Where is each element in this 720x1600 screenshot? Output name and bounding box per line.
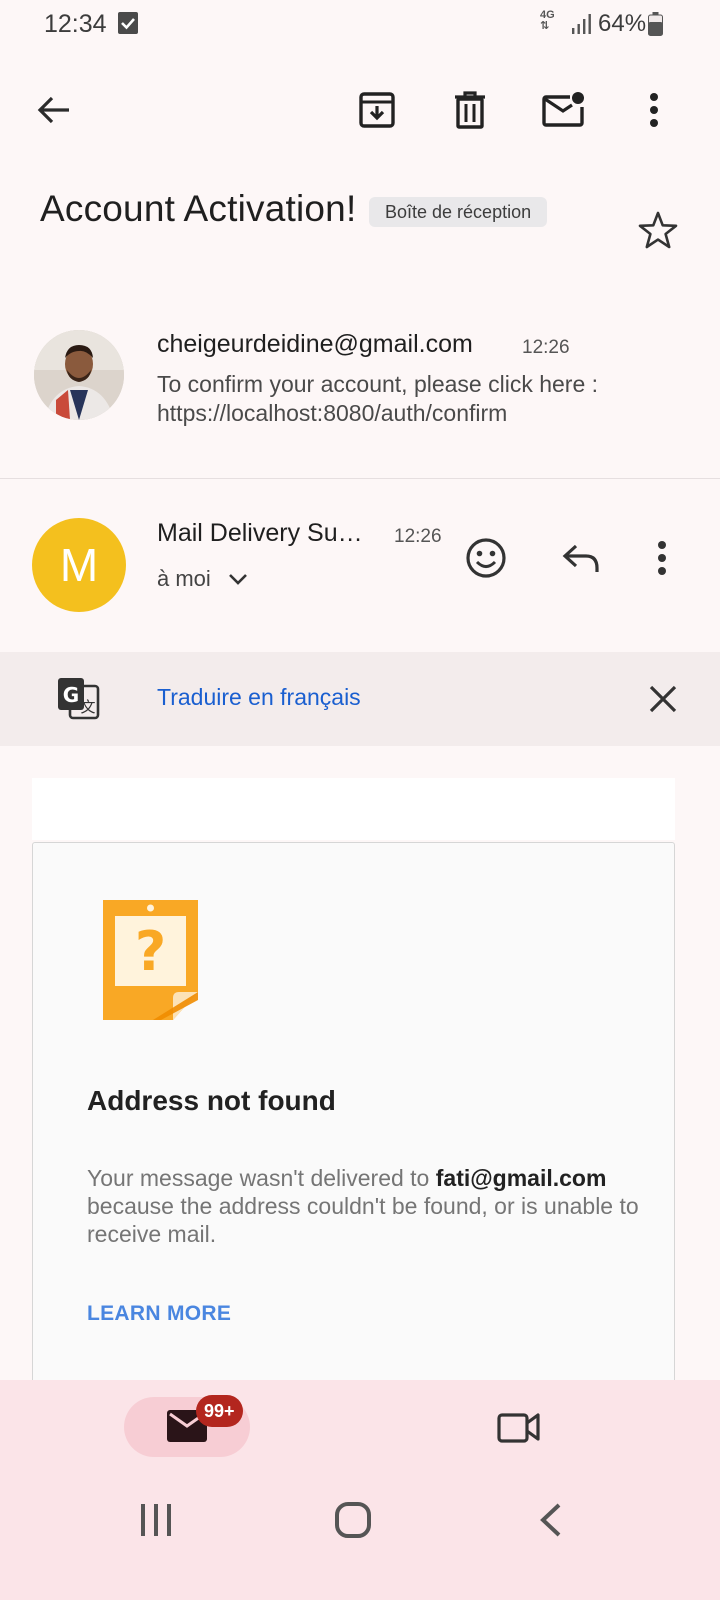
translate-icon: G 文 <box>56 676 100 725</box>
home-icon[interactable] <box>334 1501 372 1544</box>
more-vert-icon[interactable] <box>630 86 678 134</box>
bounce-text-prefix: Your message wasn't delivered to <box>87 1165 436 1191</box>
reply-icon[interactable] <box>557 534 605 582</box>
bounce-message: Your message wasn't delivered to fati@gm… <box>87 1164 647 1248</box>
mark-unread-icon[interactable] <box>540 86 588 134</box>
sender-avatar-letter[interactable]: M <box>32 518 126 612</box>
translate-link[interactable]: Traduire en français <box>157 684 361 711</box>
message1-snippet[interactable]: To confirm your account, please click he… <box>157 370 627 428</box>
system-back-icon[interactable] <box>538 1503 564 1542</box>
network-type: 4G ⇅ <box>540 10 555 32</box>
learn-more-link[interactable]: LEARN MORE <box>87 1302 231 1326</box>
status-time: 12:34 <box>44 10 107 38</box>
signal-icon <box>570 12 594 41</box>
recipient-summary[interactable]: à moi <box>157 566 211 592</box>
emoji-react-icon[interactable] <box>462 534 510 582</box>
unread-count-badge: 99+ <box>196 1395 243 1427</box>
delete-icon[interactable] <box>446 86 494 134</box>
message1-time: 12:26 <box>522 337 570 358</box>
video-meet-icon[interactable] <box>497 1410 541 1449</box>
svg-text:?: ? <box>135 920 166 983</box>
question-note-icon: ? <box>103 900 199 1027</box>
recent-apps-icon[interactable] <box>138 1503 174 1542</box>
message-more-vert-icon[interactable] <box>638 534 686 582</box>
chevron-down-icon[interactable] <box>228 572 248 591</box>
battery-percent: 64% <box>598 10 647 37</box>
back-arrow-icon[interactable] <box>30 86 78 134</box>
bounce-title: Address not found <box>87 1085 336 1116</box>
star-icon[interactable] <box>638 210 678 255</box>
message-divider <box>0 478 720 479</box>
sender-avatar-photo[interactable] <box>34 330 124 420</box>
message-body-top <box>32 778 675 840</box>
svg-text:文: 文 <box>80 698 95 716</box>
archive-icon[interactable] <box>353 86 401 134</box>
bottom-nav <box>0 1380 720 1600</box>
battery-icon <box>648 12 663 36</box>
bounce-text-suffix: because the address couldn't be found, o… <box>87 1193 639 1247</box>
bounce-address: fati@gmail.com <box>435 1165 607 1191</box>
email-subject: Account Activation! <box>40 188 357 229</box>
inbox-label-chip[interactable]: Boîte de réception <box>369 197 548 227</box>
message2-sender[interactable]: Mail Delivery Su… <box>157 519 363 548</box>
data-arrows-icon: ⇅ <box>540 20 550 32</box>
checkbox-notification-icon <box>118 12 138 34</box>
svg-text:G: G <box>63 683 79 707</box>
close-icon[interactable] <box>644 680 682 718</box>
message1-sender[interactable]: cheigeurdeidine@gmail.com <box>157 330 473 359</box>
message2-time: 12:26 <box>394 526 442 547</box>
